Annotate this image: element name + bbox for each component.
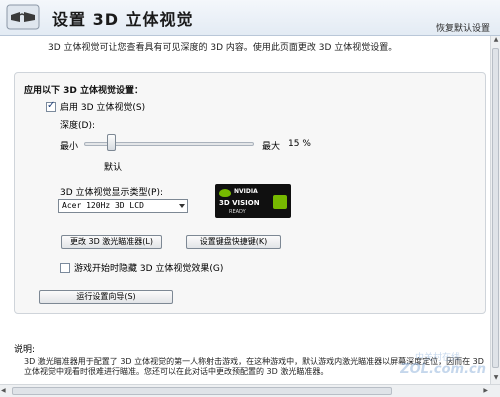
- nvidia-eye-icon: [219, 189, 231, 197]
- panel-title: 应用以下 3D 立体视觉设置：: [24, 86, 144, 96]
- restore-defaults-link[interactable]: 恢复默认设置: [436, 21, 490, 34]
- depth-percent: 15 %: [288, 139, 311, 149]
- depth-min-label: 最小: [60, 142, 79, 152]
- scroll-up-icon[interactable]: ▲: [491, 36, 500, 46]
- 3d-vision-glyph-icon: [273, 195, 287, 209]
- hide-effect-checkbox[interactable]: [60, 262, 70, 273]
- depth-slider-thumb[interactable]: [107, 134, 116, 151]
- hide-effect-label: 游戏开始时隐藏 3D 立体视觉效果(G): [74, 264, 224, 274]
- badge-product: 3D VISION: [219, 199, 260, 207]
- display-type-value: Acer 120Hz 3D LCD: [62, 201, 144, 210]
- horizontal-scrollbar[interactable]: ◀ ▶: [0, 384, 500, 397]
- 3d-glasses-icon: [6, 4, 40, 30]
- intro-text: 3D 立体视觉可让您查看具有可见深度的 3D 内容。使用此页面更改 3D 立体视…: [48, 43, 398, 53]
- enable-3d-checkbox[interactable]: [46, 100, 56, 112]
- hide-effect-row[interactable]: 游戏开始时隐藏 3D 立体视觉效果(G): [60, 261, 223, 274]
- vertical-scroll-thumb[interactable]: [492, 48, 499, 368]
- badge-brand: NVIDIA: [234, 188, 258, 195]
- display-type-select[interactable]: Acer 120Hz 3D LCD: [58, 199, 188, 213]
- vertical-scrollbar[interactable]: ▲ ▼: [490, 36, 500, 384]
- page-title: 设置 3D 立体视觉: [52, 10, 194, 29]
- badge-status: READY: [229, 209, 246, 215]
- scroll-down-icon[interactable]: ▼: [491, 374, 500, 384]
- nvidia-3d-vision-ready-logo: NVIDIA 3D VISION READY: [215, 184, 291, 218]
- enable-3d-row[interactable]: 启用 3D 立体视觉(S): [46, 100, 145, 113]
- set-hotkeys-button[interactable]: 设置键盘快捷键(K): [186, 235, 281, 249]
- change-laser-sight-button[interactable]: 更改 3D 激光瞄准器(L): [61, 235, 162, 249]
- page-header: 设置 3D 立体视觉 恢复默认设置: [0, 0, 500, 36]
- scroll-left-icon[interactable]: ◀: [1, 387, 6, 394]
- depth-label: 深度(D):: [60, 121, 95, 131]
- watermark-en: ZOL.com.cn: [400, 362, 486, 377]
- depth-default-label: 默认: [104, 163, 123, 173]
- scroll-right-icon[interactable]: ▶: [483, 387, 488, 394]
- dropdown-arrow-icon: [179, 204, 185, 208]
- depth-max-label: 最大: [262, 142, 281, 152]
- enable-3d-label: 启用 3D 立体视觉(S): [60, 103, 146, 113]
- description-heading: 说明:: [14, 345, 36, 355]
- horizontal-scroll-thumb[interactable]: [12, 387, 392, 395]
- display-type-label: 3D 立体视觉显示类型(P):: [60, 188, 163, 198]
- run-setup-wizard-button[interactable]: 运行设置向导(S): [39, 290, 173, 304]
